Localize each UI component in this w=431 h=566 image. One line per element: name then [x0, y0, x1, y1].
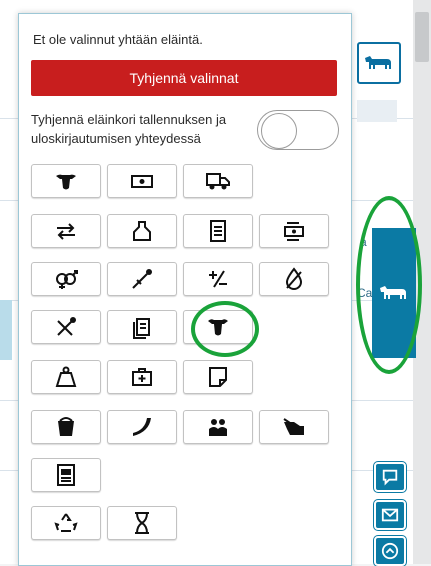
- no-insemination-icon: [57, 317, 76, 336]
- report-button[interactable]: [31, 458, 101, 492]
- hourglass-button[interactable]: [107, 506, 177, 540]
- animal-basket-popup: Et ole valinnut yhtään eläintä. Tyhjennä…: [18, 13, 352, 566]
- clear-selections-button[interactable]: Tyhjennä valinnat: [31, 60, 337, 96]
- horn-icon: [133, 418, 151, 436]
- feeding-icon: [283, 418, 304, 435]
- transport-button[interactable]: [183, 164, 253, 198]
- clear-on-save-label: Tyhjennä eläinkori tallennuksen ja ulosk…: [31, 112, 227, 146]
- cow-head-icon: [56, 174, 76, 190]
- highlight-annotation: [356, 196, 422, 374]
- note-icon: [209, 367, 227, 387]
- cow-icon: [365, 56, 391, 69]
- animal-info-button[interactable]: [31, 164, 101, 198]
- dry-off-button[interactable]: [259, 262, 329, 296]
- report-icon: [57, 464, 75, 486]
- no-insemination-button[interactable]: [31, 310, 101, 344]
- ear-tag-button[interactable]: [107, 214, 177, 248]
- group-button[interactable]: [183, 410, 253, 444]
- breeding-button[interactable]: [31, 262, 101, 296]
- money-button[interactable]: [107, 164, 177, 198]
- health-button[interactable]: [107, 360, 177, 394]
- background-strip: [357, 100, 397, 122]
- highlight-annotation: [191, 301, 259, 357]
- clear-on-save-toggle[interactable]: [257, 110, 339, 150]
- insemination-button[interactable]: [107, 262, 177, 296]
- money-icon: [131, 175, 153, 188]
- horn-button[interactable]: [107, 410, 177, 444]
- chat-icon: [382, 469, 398, 486]
- document-button[interactable]: [183, 214, 253, 248]
- insemination-icon: [132, 269, 152, 289]
- hourglass-icon: [135, 512, 149, 534]
- animal-basket-button[interactable]: [357, 42, 401, 84]
- chat-button[interactable]: [374, 462, 406, 492]
- transfer-button[interactable]: [31, 214, 101, 248]
- feeding-button[interactable]: [259, 410, 329, 444]
- transfer-arrows-icon: [57, 223, 75, 240]
- toggle-knob: [261, 113, 297, 149]
- recycle-icon: [54, 513, 78, 532]
- people-icon: [209, 419, 227, 436]
- document-list-icon: [210, 220, 226, 242]
- truck-icon: [206, 173, 230, 190]
- scrollbar-thumb[interactable]: [415, 12, 429, 62]
- copy-documents-icon: [133, 318, 150, 339]
- copy-documents-button[interactable]: [107, 310, 177, 344]
- bucket-button[interactable]: [31, 410, 101, 444]
- background-highlight: [0, 300, 12, 360]
- weight-icon: [55, 366, 77, 387]
- chevron-up-icon: [381, 542, 399, 560]
- mail-icon: [381, 508, 399, 522]
- plus-minus-icon: [209, 270, 227, 288]
- plus-minus-button[interactable]: [183, 262, 253, 296]
- weighing-button[interactable]: [31, 360, 101, 394]
- breeding-symbols-icon: [56, 270, 78, 289]
- mail-button[interactable]: [374, 500, 406, 530]
- tag-icon: [133, 221, 151, 241]
- drop-slash-icon: [285, 267, 303, 290]
- money-exchange-button[interactable]: [259, 214, 329, 248]
- money-exchange-icon: [284, 222, 304, 241]
- bucket-icon: [58, 417, 74, 436]
- note-button[interactable]: [183, 360, 253, 394]
- empty-selection-message: Et ole valinnut yhtään eläintä.: [33, 32, 203, 47]
- scroll-top-button[interactable]: [374, 536, 406, 566]
- recycle-button[interactable]: [31, 506, 101, 540]
- medical-kit-icon: [132, 368, 152, 386]
